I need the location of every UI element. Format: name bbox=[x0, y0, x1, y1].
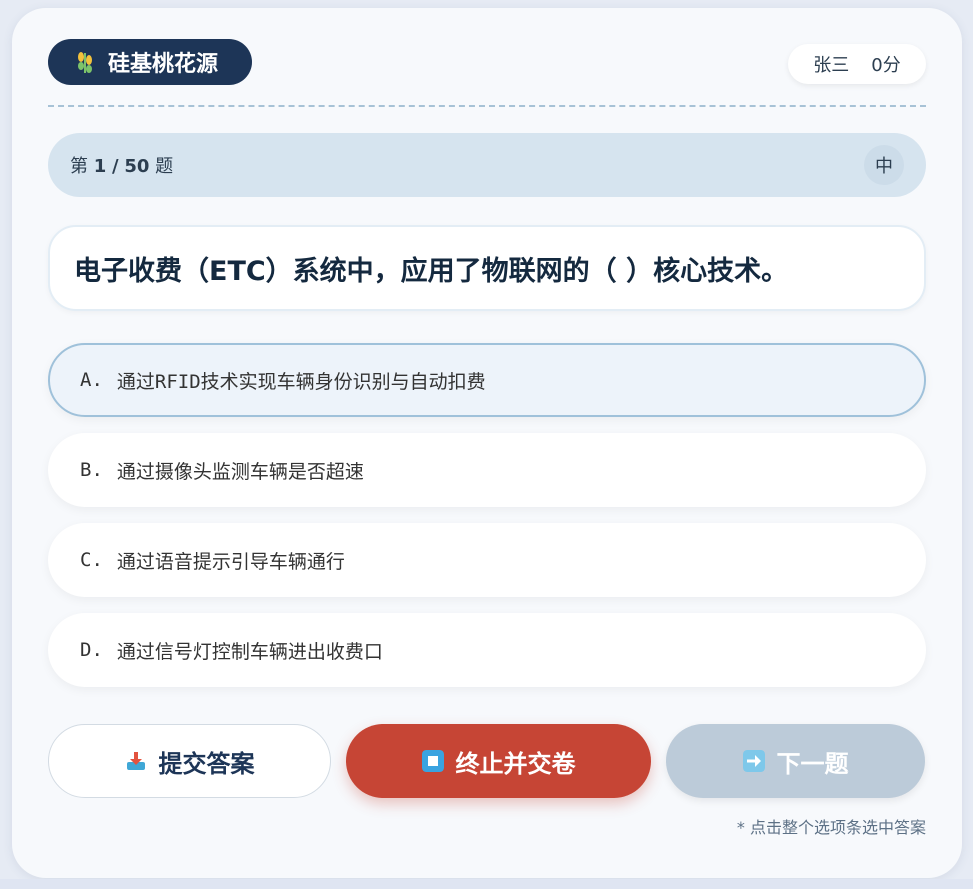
user-name: 张三 bbox=[813, 55, 850, 76]
submit-answer-button[interactable]: 提交答案 bbox=[48, 724, 331, 798]
option-d[interactable]: D. 通过信号灯控制车辆进出收费口 bbox=[48, 613, 926, 687]
bottom-strip bbox=[0, 879, 973, 889]
option-text: 通过语音提示引导车辆通行 bbox=[116, 550, 345, 573]
option-c[interactable]: C. 通过语音提示引导车辆通行 bbox=[48, 523, 926, 597]
option-letter: C. bbox=[80, 549, 103, 571]
stop-icon bbox=[421, 750, 444, 772]
option-b[interactable]: B. 通过摄像头监测车辆是否超速 bbox=[48, 433, 926, 507]
option-text: 通过摄像头监测车辆是否超速 bbox=[116, 460, 364, 483]
option-text: 通过RFID技术实现车辆身份识别与自动扣费 bbox=[116, 370, 486, 393]
selection-hint: * 点击整个选项条选中答案 bbox=[736, 818, 926, 837]
progress-bar: 第 1 / 50 题 中 bbox=[48, 133, 926, 197]
next-label: 下一题 bbox=[776, 749, 849, 778]
user-score-pill: 张三 0分 bbox=[788, 44, 926, 84]
user-score: 0分 bbox=[871, 55, 901, 76]
option-letter: A. bbox=[80, 369, 103, 391]
stop-label: 终止并交卷 bbox=[455, 749, 576, 778]
header-divider bbox=[48, 105, 926, 107]
right-arrow-icon bbox=[742, 750, 765, 772]
brand-badge: 硅基桃花源 bbox=[48, 39, 252, 85]
option-letter: B. bbox=[80, 459, 103, 481]
inbox-download-icon bbox=[126, 752, 145, 770]
question-counter: 第 1 / 50 题 bbox=[70, 156, 174, 177]
quiz-card: 硅基桃花源 张三 0分 第 1 / 50 题 中 电子收费（ETC）系统中，应用… bbox=[12, 8, 962, 878]
option-text: 通过信号灯控制车辆进出收费口 bbox=[116, 640, 383, 663]
stop-and-submit-button[interactable]: 终止并交卷 bbox=[346, 724, 651, 798]
question-text: 电子收费（ETC）系统中，应用了物联网的（ ）核心技术。 bbox=[48, 225, 926, 311]
brand-name: 硅基桃花源 bbox=[108, 52, 219, 77]
difficulty-badge: 中 bbox=[864, 145, 904, 185]
submit-label: 提交答案 bbox=[158, 749, 255, 778]
option-letter: D. bbox=[80, 639, 103, 661]
next-question-button[interactable]: 下一题 bbox=[666, 724, 925, 798]
rice-logo-icon bbox=[78, 52, 92, 73]
option-a[interactable]: A. 通过RFID技术实现车辆身份识别与自动扣费 bbox=[48, 343, 926, 417]
